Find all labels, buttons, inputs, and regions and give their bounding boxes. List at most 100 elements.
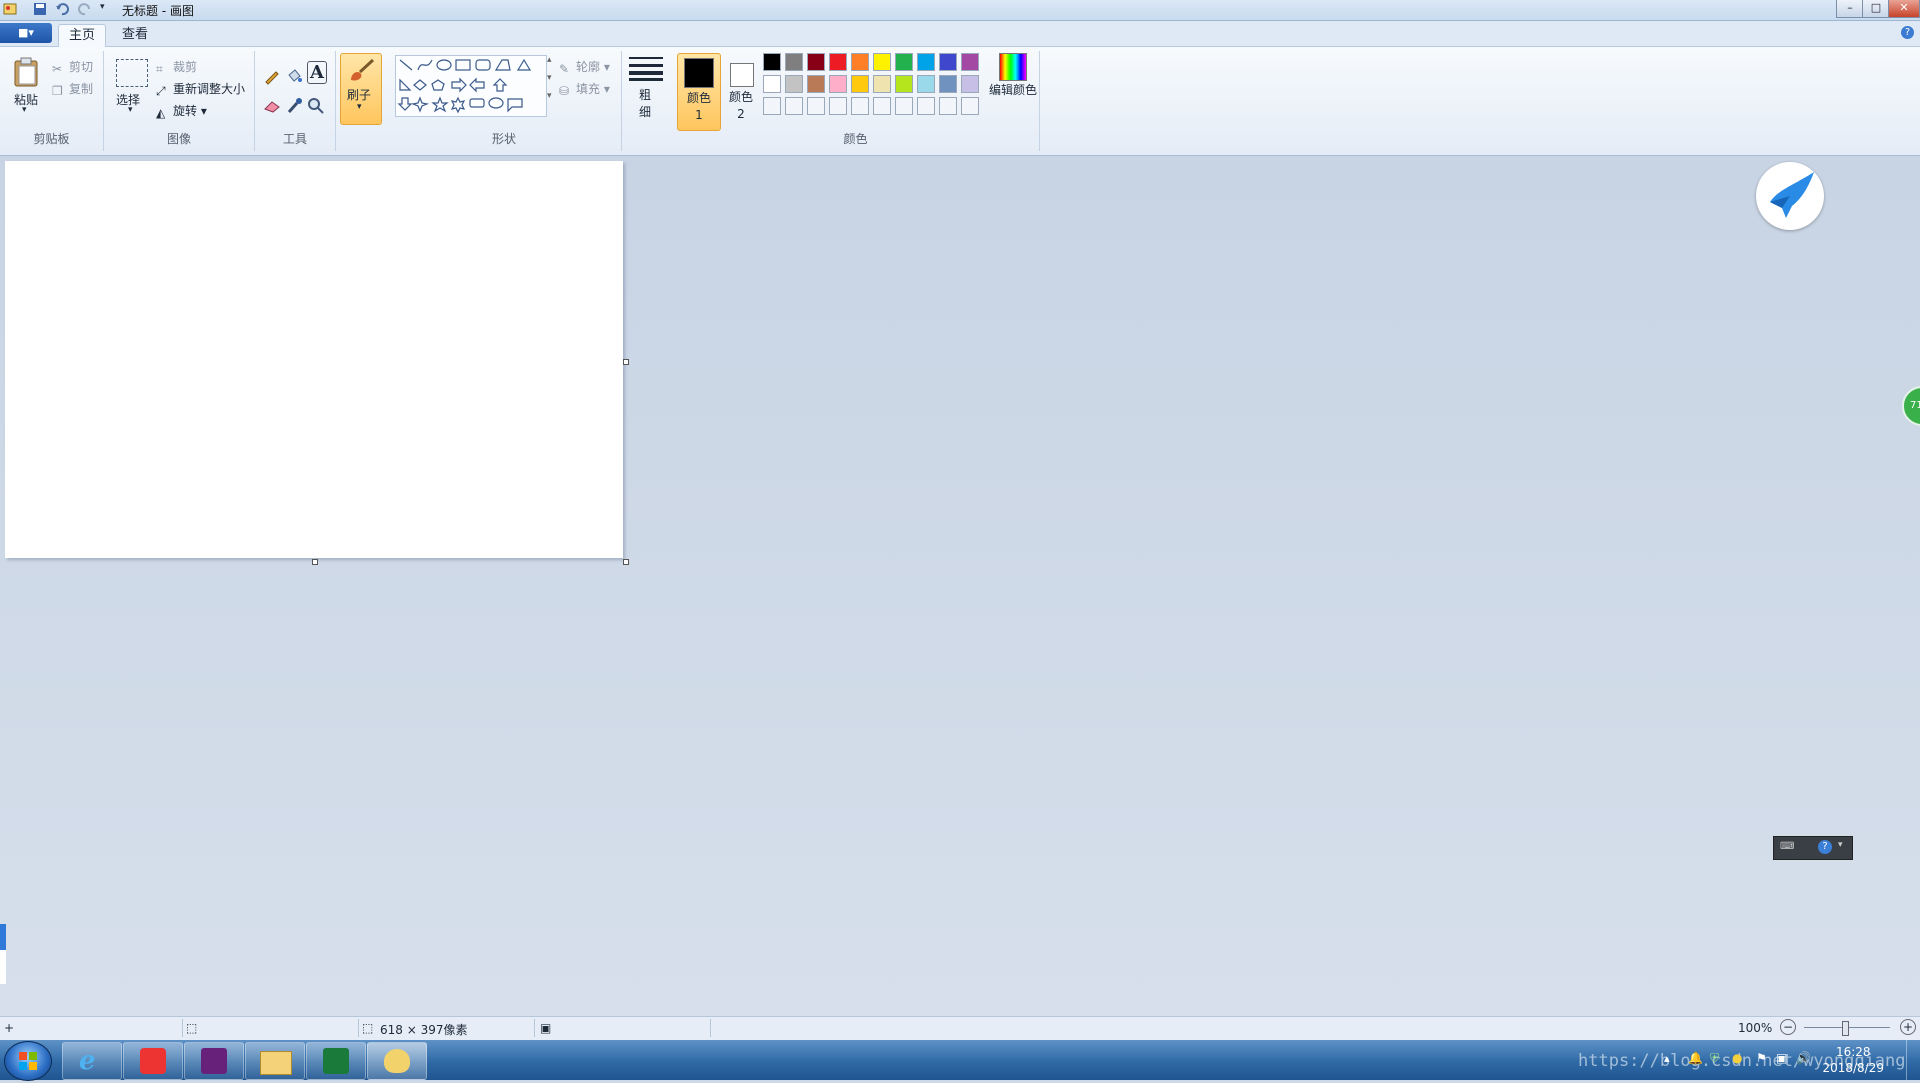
network-icon[interactable]: ▣ — [1776, 1051, 1787, 1065]
taskbar-app2[interactable] — [123, 1042, 183, 1080]
minimize-button[interactable]: – — [1836, 0, 1864, 18]
palette-swatch[interactable] — [939, 53, 957, 71]
floating-bird-icon[interactable] — [1756, 162, 1824, 230]
palette-swatch[interactable] — [785, 97, 803, 115]
shield-icon[interactable]: ⛨ — [1710, 1051, 1719, 1066]
shapes-gallery-icons — [397, 58, 532, 114]
palette-swatch[interactable] — [895, 53, 913, 71]
palette-swatch[interactable] — [785, 53, 803, 71]
cut-button[interactable]: ✂ 剪切 — [52, 58, 93, 76]
palette-swatch[interactable] — [829, 53, 847, 71]
shapes-scroll-up-icon[interactable]: ▴ — [547, 55, 552, 65]
app-menu-button[interactable]: ■▾ — [0, 23, 52, 43]
palette-swatch[interactable] — [807, 75, 825, 93]
size-button[interactable]: 粗细 — [626, 53, 666, 133]
palette-swatch[interactable] — [829, 97, 847, 115]
palette-swatch[interactable] — [917, 53, 935, 71]
taskbar-paint[interactable] — [367, 1042, 427, 1080]
save-icon[interactable] — [33, 2, 47, 16]
canvas-size-text: 618 × 397像素 — [380, 1023, 468, 1037]
volume-icon[interactable]: 🔊 — [1796, 1051, 1811, 1065]
shapes-expand-icon[interactable]: ▾ — [547, 91, 552, 101]
rotate-button[interactable]: ◭ 旋转 ▾ — [156, 102, 207, 120]
taskbar-explorer[interactable] — [245, 1042, 305, 1080]
palette-swatch[interactable] — [961, 75, 979, 93]
keyboard-icon[interactable]: ⌨ — [1780, 841, 1794, 852]
ime-help-icon[interactable]: ? — [1818, 840, 1832, 854]
start-button[interactable] — [4, 1041, 52, 1081]
resize-button[interactable]: ⤢ 重新调整大小 — [156, 80, 245, 98]
palette-swatch[interactable] — [763, 97, 781, 115]
notification-bell-icon[interactable]: 🔔 — [1688, 1051, 1703, 1065]
palette-swatch[interactable] — [851, 97, 869, 115]
palette-swatch[interactable] — [873, 97, 891, 115]
ime-toolbar[interactable]: ⌨ ? ▾ — [1773, 836, 1853, 860]
palette-swatch[interactable] — [895, 97, 913, 115]
palette-swatch[interactable] — [939, 97, 957, 115]
palette-swatch[interactable] — [763, 75, 781, 93]
resize-handle-bottom[interactable] — [312, 559, 318, 565]
line-thickness-icon — [629, 57, 663, 81]
close-button[interactable]: ✕ — [1888, 0, 1920, 18]
drawing-canvas[interactable] — [5, 161, 623, 558]
palette-swatch[interactable] — [763, 53, 781, 71]
redo-icon[interactable] — [78, 2, 92, 16]
palette-swatch[interactable] — [961, 53, 979, 71]
select-dropdown-icon[interactable]: ▾ — [128, 105, 133, 115]
palette-swatch[interactable] — [807, 97, 825, 115]
crop-button[interactable]: ⌗ 裁剪 — [156, 58, 197, 76]
undo-icon[interactable] — [55, 2, 69, 16]
tab-home[interactable]: 主页 — [58, 24, 107, 47]
resize-handle-corner[interactable] — [623, 559, 629, 565]
floating-badge[interactable]: 71 — [1902, 386, 1920, 426]
maximize-button[interactable]: □ — [1862, 0, 1890, 18]
brushes-button[interactable]: 刷子 ▾ — [340, 53, 382, 125]
paste-dropdown-icon[interactable]: ▾ — [22, 105, 27, 115]
palette-swatch[interactable] — [917, 75, 935, 93]
tray-clock[interactable]: 16:28 2018/8/29 — [1822, 1044, 1884, 1076]
taskbar-visual-studio[interactable] — [184, 1042, 244, 1080]
customize-quick-access-icon[interactable]: ▾ — [100, 2, 114, 16]
palette-swatch[interactable] — [895, 75, 913, 93]
paint-app-icon[interactable] — [3, 2, 17, 16]
resize-handle-right[interactable] — [623, 359, 629, 365]
show-desktop-button[interactable] — [1906, 1040, 1920, 1080]
zoom-in-button[interactable]: + — [1900, 1019, 1916, 1035]
help-icon[interactable]: ? — [1901, 26, 1914, 39]
paste-button[interactable] — [12, 57, 42, 90]
taskbar-ie[interactable]: e — [62, 1042, 122, 1080]
tray-expand-icon[interactable]: ▴ — [1664, 1052, 1670, 1065]
palette-swatch[interactable] — [961, 97, 979, 115]
taskbar-app5[interactable] — [306, 1042, 366, 1080]
fill-bucket-icon[interactable] — [285, 67, 303, 88]
tab-view[interactable]: 查看 — [112, 24, 158, 46]
zoom-slider-thumb[interactable] — [1842, 1021, 1849, 1036]
palette-swatch[interactable] — [829, 75, 847, 93]
palette-swatch[interactable] — [785, 75, 803, 93]
copy-button[interactable]: ❐ 复制 — [52, 80, 93, 98]
outline-button[interactable]: ✎ 轮廓 ▾ — [559, 58, 610, 76]
palette-swatch[interactable] — [873, 75, 891, 93]
fill-button[interactable]: ⛁ 填充 ▾ — [559, 80, 610, 98]
select-icon[interactable] — [116, 59, 148, 87]
action-center-flag-icon[interactable]: ⚑ — [1756, 1051, 1767, 1065]
left-edge-panel[interactable] — [0, 924, 6, 984]
text-tool-icon[interactable]: A — [307, 61, 327, 84]
color-picker-icon[interactable] — [285, 97, 303, 118]
magnifier-icon[interactable] — [307, 97, 325, 118]
ime-options-icon[interactable]: ▾ — [1838, 840, 1843, 850]
shapes-scroll-down-icon[interactable]: ▾ — [547, 73, 552, 83]
palette-swatch[interactable] — [851, 53, 869, 71]
canvas-workspace[interactable]: 71 ⌨ ? ▾ — [0, 156, 1920, 1016]
palette-swatch[interactable] — [807, 53, 825, 71]
palette-swatch[interactable] — [851, 75, 869, 93]
eraser-icon[interactable] — [263, 99, 281, 116]
zoom-out-button[interactable]: − — [1780, 1019, 1796, 1035]
pencil-icon[interactable] — [263, 67, 281, 88]
security-app-icon[interactable]: ● — [1732, 1051, 1742, 1065]
palette-swatch[interactable] — [939, 75, 957, 93]
shapes-gallery[interactable] — [395, 55, 547, 117]
palette-swatch[interactable] — [873, 53, 891, 71]
edit-colors-button[interactable]: 编辑颜色 — [989, 53, 1037, 98]
palette-swatch[interactable] — [917, 97, 935, 115]
